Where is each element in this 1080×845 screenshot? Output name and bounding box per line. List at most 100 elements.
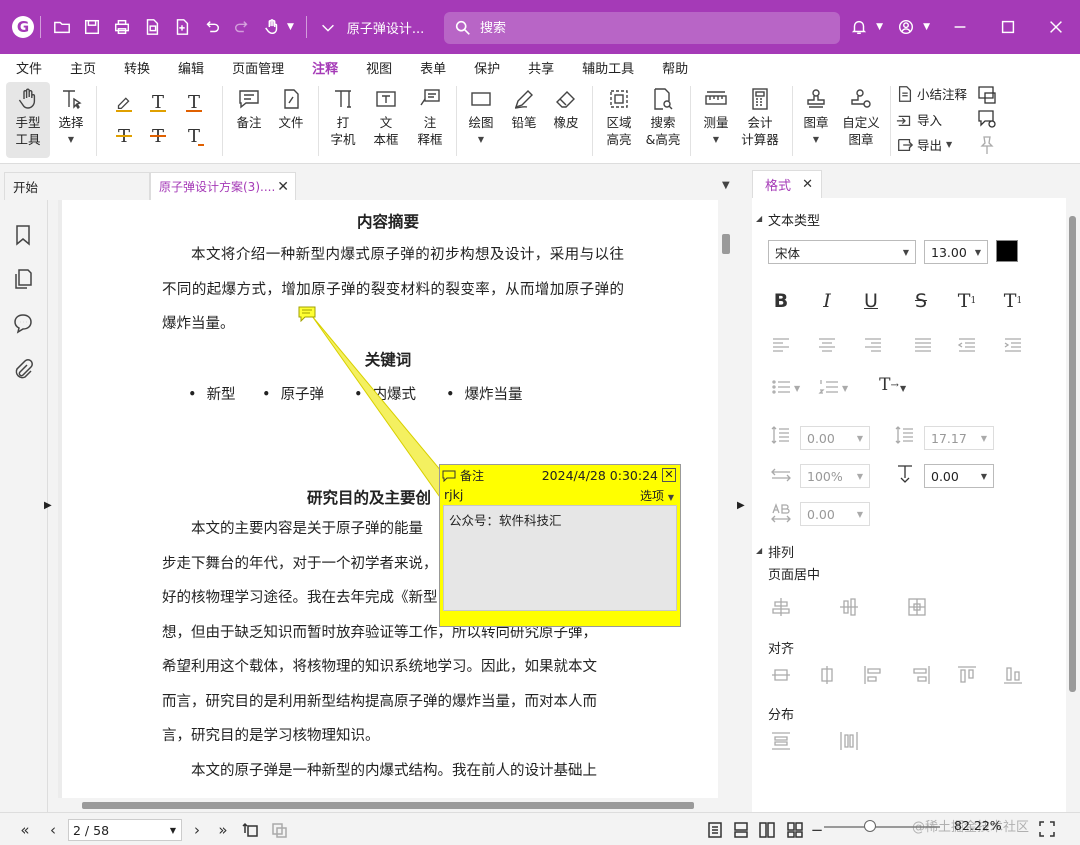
chevron-down-icon[interactable]: ▼ — [876, 22, 883, 32]
file-attachment-button[interactable]: 文件 — [274, 86, 308, 131]
continuous-facing-view-icon[interactable] — [784, 819, 806, 841]
tab-format[interactable]: 格式 ✕ — [752, 170, 822, 198]
document-horizontal-scrollbar[interactable] — [58, 798, 718, 812]
underline-text-icon[interactable]: T — [146, 90, 170, 114]
bullet-list-icon[interactable] — [770, 376, 792, 398]
measure-button[interactable]: 测量 ▼ — [698, 86, 734, 148]
justify-icon[interactable] — [912, 334, 934, 356]
text-color-swatch[interactable] — [996, 240, 1018, 262]
align-top-icon[interactable] — [770, 664, 792, 686]
pin-icon[interactable] — [976, 134, 998, 156]
numbered-list-icon[interactable] — [818, 376, 840, 398]
menu-accessibility[interactable]: 辅助工具 — [582, 55, 634, 80]
previous-page-icon[interactable]: ‹ — [42, 819, 64, 841]
export-button[interactable]: 导出 ▼ — [896, 135, 952, 154]
maximize-icon[interactable] — [984, 12, 1032, 42]
bold-icon[interactable]: B — [768, 288, 794, 314]
minimize-icon[interactable] — [936, 12, 984, 42]
zoom-slider-handle[interactable] — [864, 820, 876, 832]
align-objects-left-icon[interactable] — [862, 664, 884, 686]
strikeout-text-icon[interactable]: T — [112, 124, 136, 148]
align-left-icon[interactable] — [770, 334, 792, 356]
replace-text-icon[interactable]: T — [146, 124, 170, 148]
align-objects-top-icon[interactable] — [956, 664, 978, 686]
menu-help[interactable]: 帮助 — [662, 55, 688, 80]
note-popup[interactable]: 备注 2024/4/28 0:30:24 ✕ rjkj 选项 ▼ 公众号：软件科… — [439, 464, 681, 627]
scroll-thumb[interactable] — [1069, 216, 1076, 692]
hand-icon[interactable] — [257, 12, 287, 42]
align-center-icon[interactable] — [816, 334, 838, 356]
font-family-select[interactable]: 宋体 ▼ — [768, 240, 916, 264]
save-icon[interactable] — [77, 12, 107, 42]
font-size-select[interactable]: 13.00 ▼ — [924, 240, 988, 264]
menu-convert[interactable]: 转换 — [124, 55, 150, 80]
center-vertical-icon[interactable] — [838, 596, 860, 618]
text-direction-icon[interactable]: T → — [876, 372, 902, 398]
custom-stamp-button[interactable]: 自定义 图章 — [838, 86, 884, 148]
menu-file[interactable]: 文件 — [16, 55, 42, 80]
search-input[interactable] — [480, 20, 820, 36]
area-highlight-button[interactable]: 区域 高亮 — [600, 86, 638, 148]
attachment-icon[interactable] — [12, 358, 36, 382]
collapse-section-icon[interactable]: ◢ — [756, 546, 762, 555]
open-folder-icon[interactable] — [47, 12, 77, 42]
draw-button[interactable]: 绘图 ▼ — [462, 86, 500, 148]
menu-share[interactable]: 共享 — [528, 55, 554, 80]
first-page-icon[interactable]: « — [14, 819, 36, 841]
summarize-comments-button[interactable]: 小结注释 — [896, 84, 967, 103]
close-tab-icon[interactable]: ✕ — [277, 179, 289, 195]
menu-edit[interactable]: 编辑 — [178, 55, 204, 80]
menu-comment[interactable]: 注释 — [310, 55, 341, 82]
chevron-down-icon[interactable]: ▼ — [900, 384, 906, 393]
close-note-icon[interactable]: ✕ — [662, 468, 676, 482]
horizontal-scale-select[interactable]: 100% ▼ — [800, 464, 870, 488]
strikethrough-icon[interactable]: S — [908, 288, 934, 314]
character-spacing-select[interactable]: 0.00 ▼ — [800, 502, 870, 526]
note-text-area[interactable]: 公众号：软件科技汇 — [443, 505, 677, 611]
note-button[interactable]: 备注 — [232, 86, 266, 131]
zoom-out-icon[interactable]: − — [806, 819, 828, 841]
stamp-button[interactable]: 图章 ▼ — [798, 86, 834, 148]
note-options-menu[interactable]: 选项 ▼ — [640, 487, 674, 504]
bookmark-icon[interactable] — [12, 224, 36, 248]
baseline-offset-select[interactable]: 0.00 ▼ — [924, 464, 994, 488]
subscript-icon[interactable]: T1 — [1000, 288, 1026, 314]
expand-right-panel-arrow-icon[interactable]: ▶ — [737, 500, 747, 512]
tab-list-dropdown-icon[interactable]: ▼ — [722, 180, 730, 191]
italic-icon[interactable]: I — [814, 288, 840, 314]
document-vertical-scrollbar[interactable] — [718, 200, 734, 812]
comments-panel-icon[interactable] — [12, 312, 36, 336]
previous-view-icon[interactable] — [240, 819, 262, 841]
next-page-icon[interactable]: › — [186, 819, 208, 841]
hand-tool-button[interactable]: 手型 工具 — [6, 82, 50, 158]
baseline-offset-icon[interactable] — [894, 462, 916, 484]
close-panel-icon[interactable]: ✕ — [802, 177, 813, 192]
align-objects-bottom-icon[interactable] — [1002, 664, 1024, 686]
squiggly-text-icon[interactable]: T — [182, 90, 206, 114]
collapse-section-icon[interactable]: ◢ — [756, 214, 762, 223]
chevron-down-icon[interactable]: ▼ — [923, 22, 930, 32]
indent-increase-icon[interactable] — [1002, 334, 1024, 356]
pencil-button[interactable]: 铅笔 — [506, 86, 542, 131]
menu-protect[interactable]: 保护 — [474, 55, 500, 80]
show-comments-icon[interactable] — [976, 84, 998, 106]
tab-start[interactable]: 开始 — [4, 172, 150, 200]
center-horizontal-icon[interactable] — [770, 596, 792, 618]
redo-icon[interactable] — [227, 12, 257, 42]
align-right-icon[interactable] — [862, 334, 884, 356]
paragraph-spacing-icon[interactable] — [894, 424, 916, 446]
line-spacing-icon[interactable] — [770, 424, 792, 446]
select-button[interactable]: 选择 ▼ — [54, 86, 88, 148]
import-button[interactable]: 导入 — [896, 110, 942, 129]
new-document-icon[interactable] — [167, 12, 197, 42]
menu-home[interactable]: 主页 — [70, 55, 96, 80]
superscript-icon[interactable]: T1 — [954, 288, 980, 314]
character-spacing-icon[interactable] — [770, 502, 792, 524]
sticky-note-icon[interactable] — [298, 306, 316, 323]
center-both-icon[interactable] — [906, 596, 928, 618]
pages-icon[interactable] — [12, 268, 36, 292]
highlight-icon[interactable] — [112, 90, 136, 114]
user-account-icon[interactable] — [889, 12, 923, 42]
undo-icon[interactable] — [197, 12, 227, 42]
close-window-icon[interactable] — [1032, 12, 1080, 42]
